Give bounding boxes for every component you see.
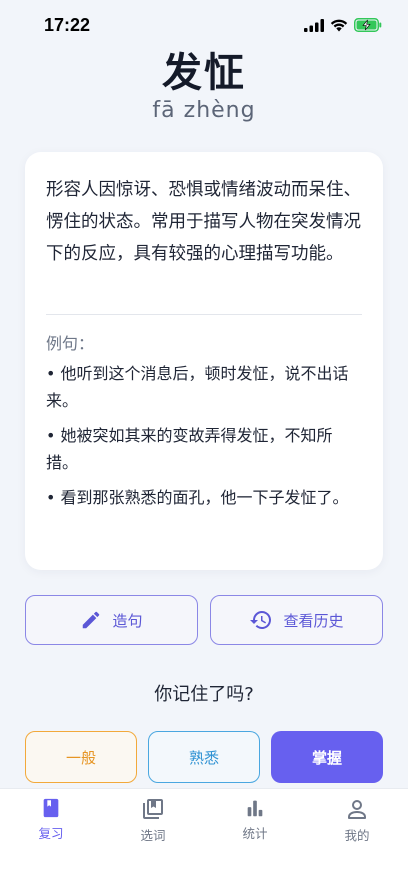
status-time: 17:22 — [44, 15, 91, 35]
rate-familiar-button[interactable]: 熟悉 — [148, 731, 260, 783]
battery-charging-icon — [354, 18, 382, 32]
rate-ok-button[interactable]: 一般 — [25, 731, 137, 783]
make-sentence-button[interactable]: 造句 — [25, 595, 198, 645]
tab-profile-label: 我的 — [344, 828, 370, 843]
wifi-icon — [330, 19, 348, 31]
bar-chart-icon — [247, 800, 263, 817]
tab-review-label: 复习 — [38, 826, 64, 841]
view-history-button[interactable]: 查看历史 — [210, 595, 383, 645]
card-divider — [46, 314, 362, 315]
rate-master-button[interactable]: 掌握 — [271, 731, 383, 783]
tab-review[interactable]: 复习 — [0, 797, 102, 842]
tab-select-words[interactable]: 选词 — [102, 797, 204, 844]
history-icon — [250, 611, 272, 629]
memory-question: 你记住了吗? — [154, 684, 254, 705]
word-pinyin: fā zhèng — [152, 98, 256, 123]
example-item: • 她被突如其来的变故弄得发怔，不知所措。 — [46, 426, 333, 472]
example-item: • 他听到这个消息后，顿时发怔，说不出话来。 — [46, 364, 349, 410]
status-icons — [304, 18, 382, 32]
tab-profile[interactable]: 我的 — [306, 797, 408, 844]
tab-statistics[interactable]: 统计 — [204, 797, 306, 842]
book-icon — [43, 798, 59, 818]
examples-list: • 他听到这个消息后，顿时发怔，说不出话来。 • 她被突如其来的变故弄得发怔，不… — [46, 360, 364, 519]
make-sentence-label: 造句 — [112, 611, 143, 630]
signal-icon — [304, 18, 324, 32]
word-title: 发怔 — [162, 50, 246, 96]
tab-bar: 复习 选词 统计 我的 — [0, 788, 408, 883]
definition-card: 形容人因惊讶、恐惧或情绪波动而呆住、愣住的状态。常用于描写人物在突发情况下的反应… — [25, 152, 383, 570]
view-history-label: 查看历史 — [283, 611, 344, 630]
pencil-icon — [83, 611, 100, 629]
person-icon — [348, 800, 366, 819]
library-icon — [143, 799, 163, 819]
definition-text: 形容人因惊讶、恐惧或情绪波动而呆住、愣住的状态。常用于描写人物在突发情况下的反应… — [46, 180, 361, 264]
tab-select-words-label: 选词 — [140, 828, 166, 843]
tab-statistics-label: 统计 — [242, 826, 268, 841]
examples-label: 例句： — [46, 334, 95, 353]
example-item: • 看到那张熟悉的面孔，他一下子发怔了。 — [46, 488, 349, 507]
